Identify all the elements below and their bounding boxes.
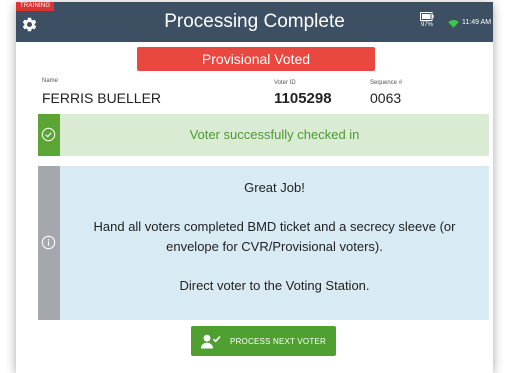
training-badge: TRAINING <box>16 2 55 11</box>
wifi-icon <box>448 20 459 28</box>
voter-id: 1105298 <box>274 90 332 107</box>
clock: 11:49 AM <box>462 19 492 26</box>
voter-name: FERRIS BUELLER <box>42 90 162 106</box>
info-instruction-line-1: Hand all voters completed BMD ticket and… <box>93 219 456 234</box>
info-icon-strip <box>38 166 60 320</box>
battery-percent: 97% <box>420 22 433 28</box>
voter-id-label: Voter ID <box>274 80 296 86</box>
success-message: Voter successfully checked in <box>38 114 489 156</box>
user-check-icon <box>201 334 221 348</box>
gear-icon[interactable] <box>21 16 38 33</box>
status-banner: Provisional Voted <box>137 47 375 71</box>
battery-indicator: 97% <box>416 12 438 28</box>
process-next-voter-button[interactable]: PROCESS NEXT VOTER <box>191 326 336 356</box>
sequence-number: 0063 <box>370 90 402 106</box>
info-instruction-line-2: envelope for CVR/Provisional voters). <box>166 239 383 254</box>
sequence-label: Sequence # <box>370 80 403 86</box>
info-heading: Great Job! <box>244 180 305 195</box>
header-bar: Processing Complete TRAINING 97% 11:49 A… <box>16 2 493 42</box>
check-circle-icon <box>41 127 56 142</box>
process-next-voter-label: PROCESS NEXT VOTER <box>230 336 326 346</box>
name-label: Name <box>42 78 59 84</box>
info-circle-icon <box>41 235 56 250</box>
info-direction: Direct voter to the Voting Station. <box>179 278 370 293</box>
success-text: Voter successfully checked in <box>189 127 360 142</box>
app-window: Processing Complete TRAINING 97% 11:49 A… <box>16 2 493 373</box>
success-icon-strip <box>38 114 60 156</box>
battery-icon <box>420 12 434 21</box>
info-panel: Great Job! Hand all voters completed BMD… <box>38 166 489 320</box>
